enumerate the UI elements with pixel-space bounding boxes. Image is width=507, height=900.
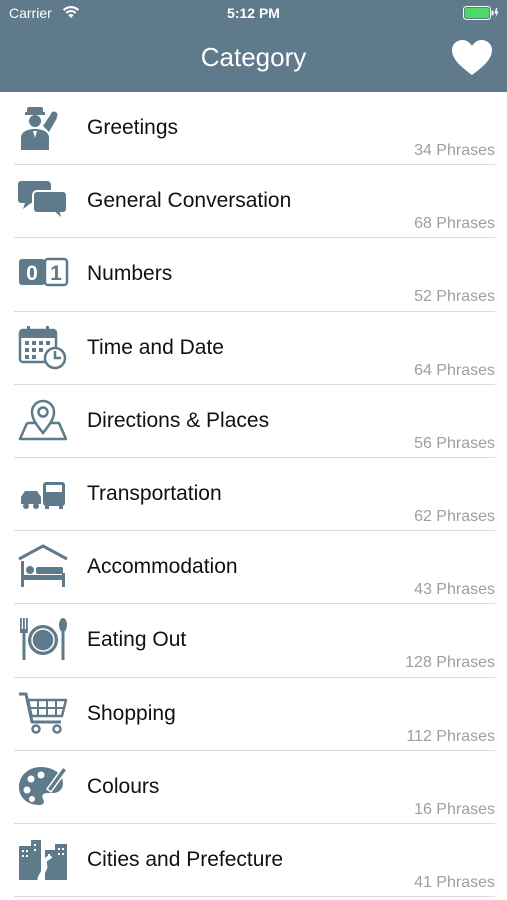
category-list: Greetings 34 Phrases General Conversatio… — [0, 92, 507, 898]
numbers-01-icon: 0 1 — [17, 250, 69, 296]
category-row-greetings[interactable]: Greetings 34 Phrases — [0, 92, 507, 166]
palette-icon — [17, 763, 69, 809]
phrase-count: 43 Phrases — [414, 581, 495, 599]
phrase-count: 56 Phrases — [414, 434, 495, 452]
clock: 5:12 PM — [227, 5, 280, 21]
phrase-count: 62 Phrases — [414, 507, 495, 525]
category-row-time-and-date[interactable]: Time and Date 64 Phrases — [0, 312, 507, 385]
row-divider — [14, 896, 495, 898]
page-title: Category — [200, 42, 307, 72]
battery-icon — [463, 6, 499, 20]
calendar-clock-icon — [17, 324, 69, 370]
category-row-general-conversation[interactable]: General Conversation 68 Phrases — [0, 165, 507, 239]
category-label: Accommodation — [87, 555, 238, 579]
category-label: Numbers — [87, 262, 173, 286]
phrase-count: 41 Phrases — [414, 873, 495, 891]
phrase-count: 64 Phrases — [414, 361, 495, 379]
category-row-accommodation[interactable]: Accommodation 43 Phrases — [0, 531, 507, 605]
status-bar: Carrier 5:12 PM — [0, 0, 507, 28]
phrase-count: 34 Phrases — [414, 142, 495, 159]
heart-icon[interactable] — [450, 38, 494, 78]
category-label: Greetings — [87, 116, 179, 139]
shopping-cart-icon — [17, 690, 69, 736]
city-buildings-icon — [17, 836, 69, 882]
category-label: Colours — [87, 774, 160, 798]
phrase-count: 128 Phrases — [405, 654, 495, 672]
category-row-eating-out[interactable]: Eating Out 128 Phrases — [0, 604, 507, 678]
category-row-shopping[interactable]: Shopping 112 Phrases — [0, 678, 507, 751]
category-row-cities-and-prefecture[interactable]: Cities and Prefecture 41 Phrases — [0, 824, 507, 898]
category-row-numbers[interactable]: 0 1 Numbers 52 Phrases — [0, 238, 507, 312]
vehicles-icon — [17, 470, 69, 516]
phrase-count: 112 Phrases — [406, 727, 495, 745]
category-row-colours[interactable]: Colours 16 Phrases — [0, 751, 507, 824]
person-saluting-icon — [17, 104, 69, 150]
category-row-transportation[interactable]: Transportation 62 Phrases — [0, 458, 507, 532]
phrase-count: 16 Phrases — [414, 800, 495, 818]
category-label: Transportation — [87, 481, 222, 505]
category-row-directions-and-places[interactable]: Directions & Places 56 Phrases — [0, 385, 507, 458]
phrase-count: 68 Phrases — [414, 215, 495, 233]
category-label: Directions & Places — [87, 408, 270, 432]
category-label: Cities and Prefecture — [87, 847, 284, 871]
phrase-count: 52 Phrases — [414, 288, 495, 306]
plate-fork-spoon-icon — [17, 616, 69, 662]
category-label: Time and Date — [87, 335, 224, 359]
map-pin-icon — [17, 397, 69, 443]
svg-text:0: 0 — [26, 262, 38, 285]
chat-bubbles-icon — [17, 177, 69, 224]
navigation-header: Carrier 5:12 PM Category — [0, 0, 507, 92]
bed-house-icon — [17, 543, 69, 589]
svg-text:1: 1 — [50, 262, 62, 285]
category-label: Eating Out — [87, 628, 187, 652]
category-label: General Conversation — [87, 189, 292, 213]
category-label: Shopping — [87, 701, 176, 725]
